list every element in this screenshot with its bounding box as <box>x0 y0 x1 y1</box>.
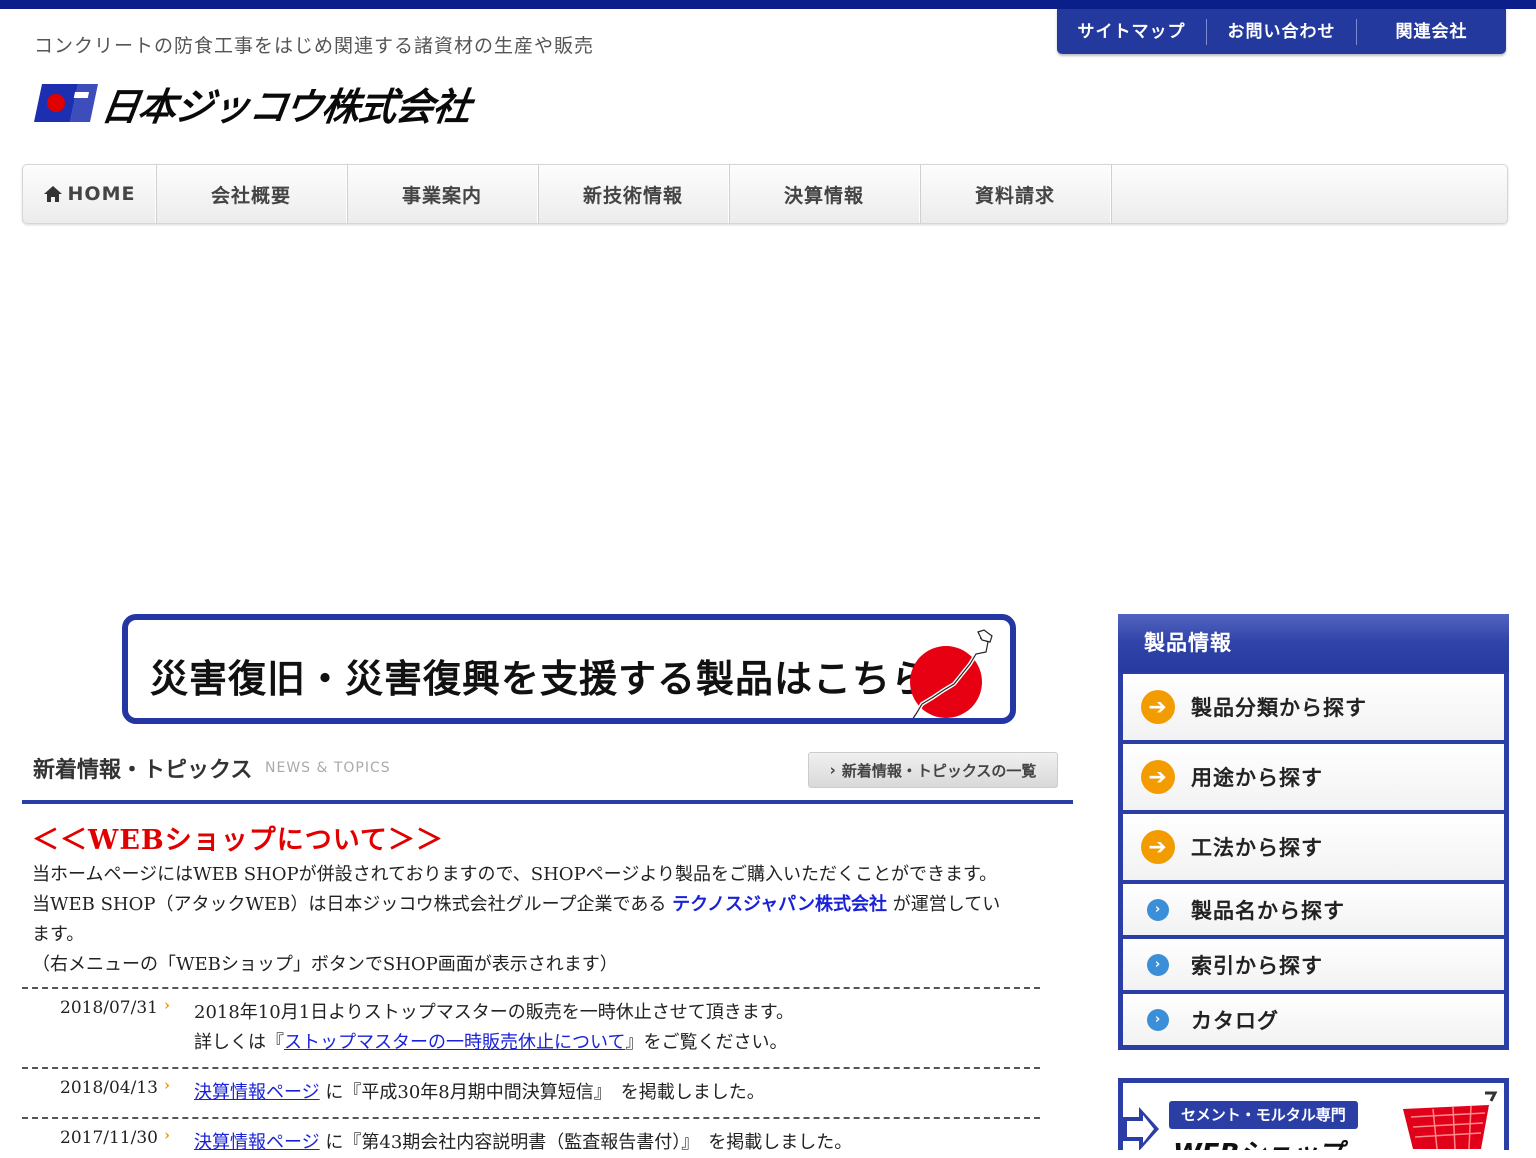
news-body: 決算情報ページ に『第43期会社内容説明書（監査報告書付）』 を掲載しました。 <box>194 1128 852 1158</box>
news-separator <box>22 987 1040 989</box>
arrow-right-icon <box>1123 1107 1159 1150</box>
shopping-cart-icon <box>1403 1091 1498 1150</box>
sidebar-item-label: 索引から探す <box>1191 953 1323 978</box>
webshop-heading: ＜＜WEBショップについて＞＞ <box>32 825 444 856</box>
chevron-circle-icon: › <box>1147 1008 1169 1031</box>
news-section-title: 新着情報・トピックス <box>33 758 253 783</box>
company-logo[interactable]: 日本ジッコウ株式会社 <box>34 76 473 130</box>
nav-home-label: HOME <box>67 183 136 205</box>
arrow-circle-icon: ➔ <box>1141 760 1175 794</box>
company-name: 日本ジッコウ株式会社 <box>98 84 474 129</box>
nav-new-technology[interactable]: 新技術情報 <box>538 165 729 223</box>
nav-company-overview[interactable]: 会社概要 <box>156 165 347 223</box>
webshop-title: WEBショップ <box>1173 1133 1343 1150</box>
arrow-circle-icon: ➔ <box>1141 830 1175 864</box>
logo-mark-icon <box>34 84 98 122</box>
product-info-title: 製品情報 <box>1118 614 1509 672</box>
news-divider <box>22 800 1073 804</box>
arrow-right-icon: › <box>164 1076 170 1094</box>
chevron-circle-icon: › <box>1147 953 1169 976</box>
global-nav: HOME 会社概要 事業案内 新技術情報 決算情報 資料請求 <box>22 164 1508 224</box>
arrow-circle-icon: ➔ <box>1141 690 1175 724</box>
news-text-prefix: 詳しくは『 <box>194 1032 284 1053</box>
webshop-paragraph-text-end: が運営してい <box>892 894 1001 915</box>
news-date: 2018/07/31 <box>60 998 158 1018</box>
news-body: 決算情報ページ に『平成30年8月期中間決算短信』 を掲載しました。 <box>194 1078 765 1108</box>
sidebar-item-label: 製品分類から探す <box>1191 696 1367 720</box>
nav-request-materials[interactable]: 資料請求 <box>920 165 1111 223</box>
chevron-circle-icon: › <box>1147 898 1169 921</box>
stopmaster-suspension-link[interactable]: ストップマスターの一時販売休止について <box>284 1032 625 1053</box>
webshop-paragraph-line4: （右メニューの「WEBショップ」ボタンでSHOP画面が表示されます） <box>32 954 618 975</box>
utility-nav: サイトマップ お問い合わせ 関連会社 <box>1057 9 1506 54</box>
news-text: に『平成30年8月期中間決算短信』 を掲載しました。 <box>325 1082 765 1103</box>
sidebar-item-label: 製品名から探す <box>1191 898 1345 923</box>
news-body: 2018年10月1日よりストップマスターの販売を一時休止させて頂きます。 詳しく… <box>194 998 794 1058</box>
news-separator <box>22 1067 1040 1069</box>
sidebar-item-by-method[interactable]: ➔ 工法から探す <box>1123 814 1504 880</box>
sidebar-item-catalog[interactable]: › カタログ <box>1123 994 1504 1045</box>
sidebar-item-label: 用途から探す <box>1191 766 1323 790</box>
webshop-paragraph-text: 当WEB SHOP（アタックWEB）は日本ジッコウ株式会社グループ企業である <box>32 894 667 915</box>
nav-home[interactable]: HOME <box>23 165 156 223</box>
contact-link[interactable]: お問い合わせ <box>1207 18 1357 45</box>
news-text-line2: 詳しくは『ストップマスターの一時販売休止について』をご覧ください。 <box>194 1028 794 1058</box>
sitemap-link[interactable]: サイトマップ <box>1057 18 1207 45</box>
news-text: 2018年10月1日よりストップマスターの販売を一時休止させて頂きます。 <box>194 1002 795 1023</box>
sidebar-item-by-name[interactable]: › 製品名から探す <box>1123 884 1504 935</box>
sidebar-item-label: カタログ <box>1191 1008 1279 1033</box>
technos-japan-link[interactable]: テクノスジャパン株式会社 <box>672 894 887 915</box>
news-list-button-label: 新着情報・トピックスの一覧 <box>841 761 1037 780</box>
sidebar-item-by-use[interactable]: ➔ 用途から探す <box>1123 744 1504 810</box>
site-tagline: コンクリートの防食工事をはじめ関連する諸資材の生産や販売 <box>34 35 595 57</box>
webshop-paragraph-line1: 当ホームページにはWEB SHOPが併設されておりますので、SHOPページより製… <box>32 864 998 885</box>
webshop-badge: セメント・モルタル専門 <box>1169 1101 1358 1129</box>
sidebar-item-by-category[interactable]: ➔ 製品分類から探す <box>1123 674 1504 740</box>
banner-text: 災害復旧・災害復興を支援する製品はこちら <box>150 657 931 701</box>
news-date: 2018/04/13 <box>60 1078 158 1098</box>
webshop-banner[interactable]: セメント・モルタル専門 WEBショップ <box>1118 1078 1509 1150</box>
news-list-button[interactable]: › 新着情報・トピックスの一覧 <box>808 752 1058 788</box>
webshop-paragraph-line2: 当WEB SHOP（アタックWEB）は日本ジッコウ株式会社グループ企業である テ… <box>32 890 1022 920</box>
news-date: 2017/11/30 <box>60 1128 158 1148</box>
news-separator <box>22 1117 1040 1119</box>
affiliates-link[interactable]: 関連会社 <box>1357 19 1506 45</box>
top-accent-bar <box>0 0 1536 9</box>
news-text-suffix: 』をご覧ください。 <box>625 1032 788 1053</box>
sidebar-item-label: 工法から探す <box>1191 836 1323 860</box>
product-info-panel: 製品情報 ➔ 製品分類から探す ➔ 用途から探す ➔ 工法から探す › 製品名か… <box>1118 614 1509 1050</box>
webshop-paragraph-line3: ます。 <box>32 924 85 945</box>
nav-financial[interactable]: 決算情報 <box>729 165 920 223</box>
news-section-subtitle: NEWS & TOPICS <box>265 760 391 776</box>
nav-business[interactable]: 事業案内 <box>347 165 538 223</box>
sidebar-item-index[interactable]: › 索引から探す <box>1123 939 1504 990</box>
financial-page-link[interactable]: 決算情報ページ <box>194 1082 320 1103</box>
japan-map-icon <box>910 629 993 718</box>
arrow-right-icon: › <box>164 996 170 1014</box>
home-icon <box>43 186 62 202</box>
chevron-right-icon: › <box>829 761 836 779</box>
disaster-support-banner[interactable]: 災害復旧・災害復興を支援する製品はこちら <box>122 614 1016 724</box>
arrow-right-icon: › <box>164 1126 170 1144</box>
